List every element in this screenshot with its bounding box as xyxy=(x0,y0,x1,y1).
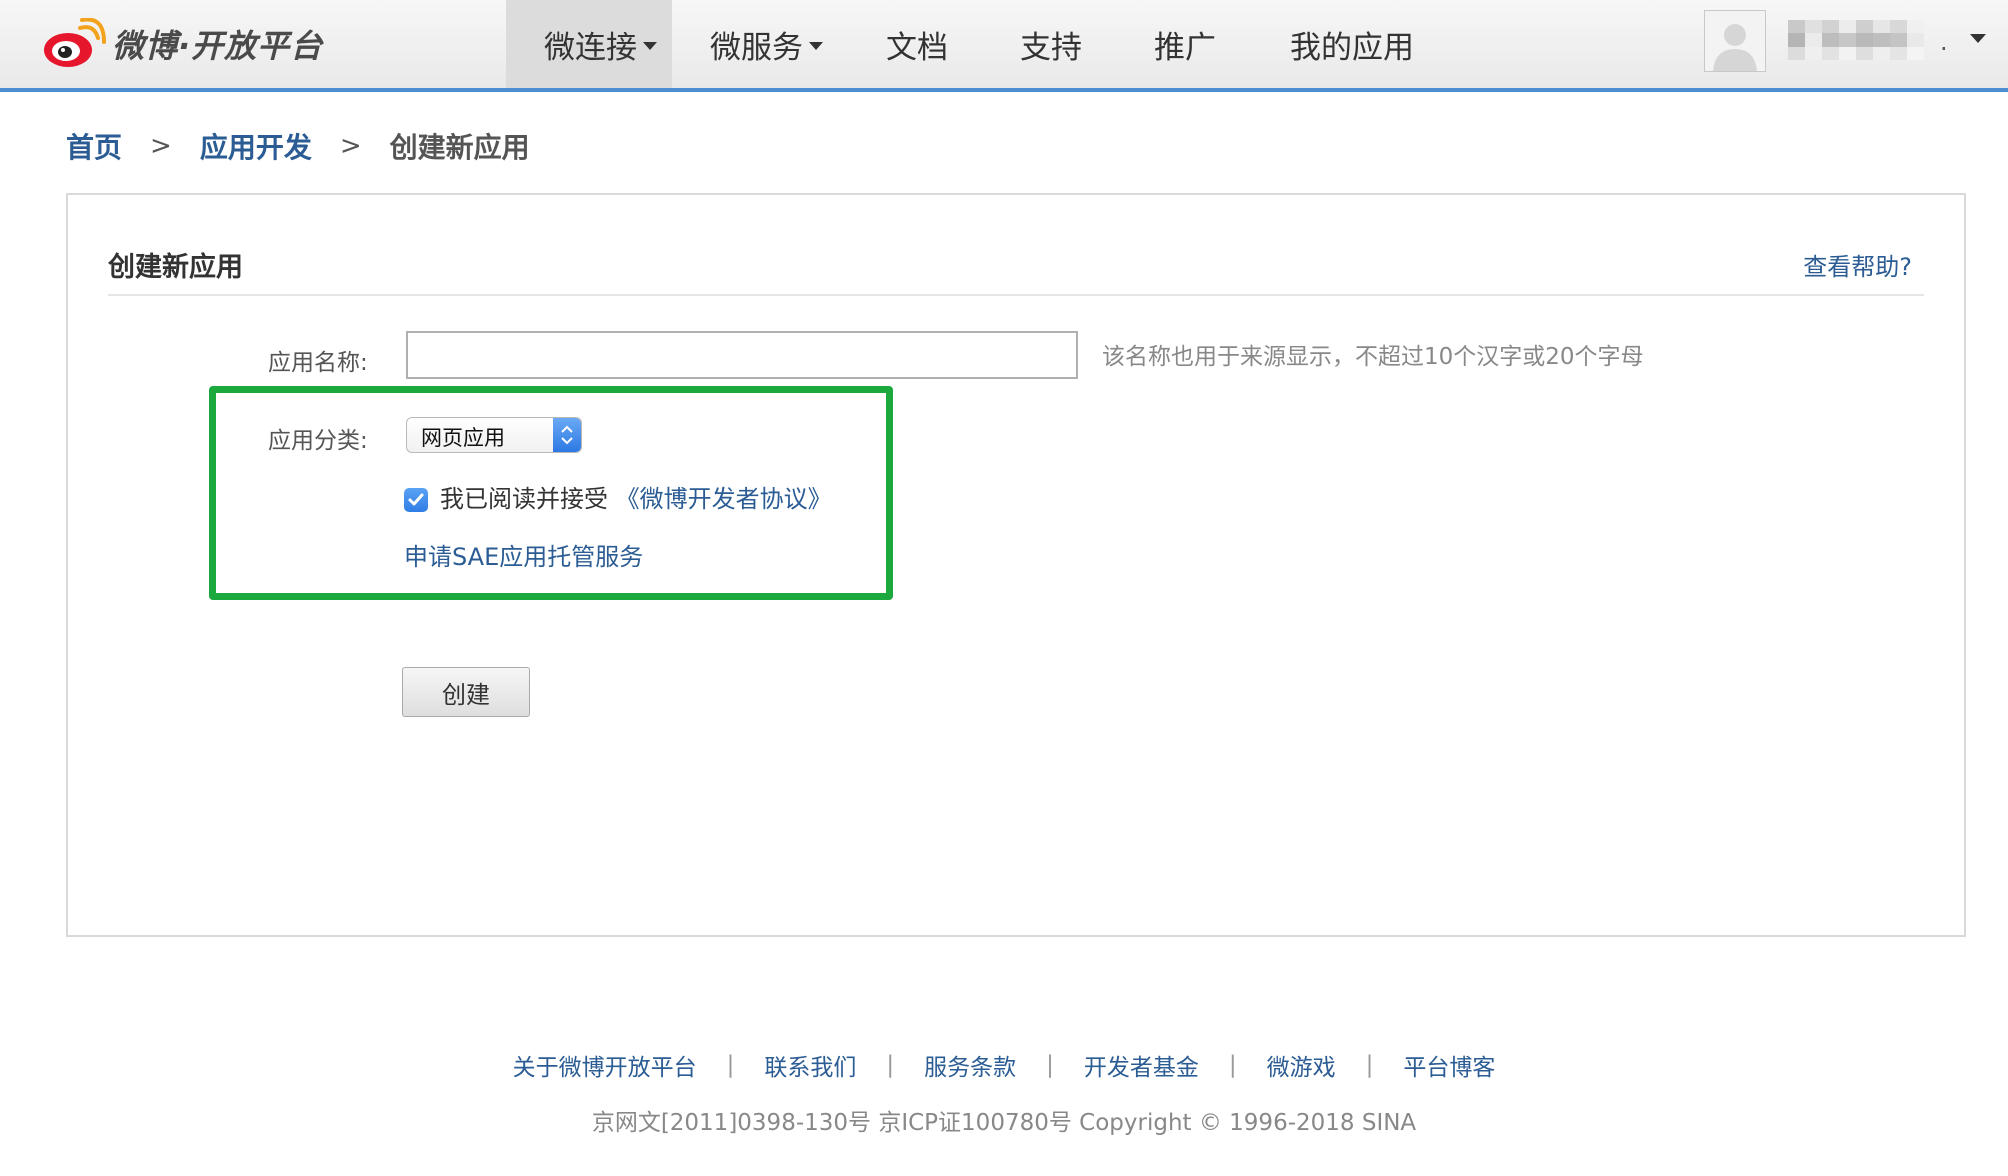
footer-separator: | xyxy=(1046,1052,1054,1078)
help-link[interactable]: 查看帮助? xyxy=(1803,247,1912,282)
breadcrumb-current: 创建新应用 xyxy=(389,131,530,164)
footer-link-fund[interactable]: 开发者基金 xyxy=(1084,1048,1199,1082)
panel-title: 创建新应用 xyxy=(108,252,243,283)
nav-item-label: 微服务 xyxy=(710,29,803,66)
user-avatar[interactable] xyxy=(1704,10,1766,72)
footer-link-games[interactable]: 微游戏 xyxy=(1267,1048,1336,1082)
breadcrumb-app-dev-link[interactable]: 应用开发 xyxy=(200,126,312,166)
app-name-label: 应用名称: xyxy=(268,350,368,376)
top-header: 微博·开放平台 微连接 微服务 文档 支持 推广 我的应用 . xyxy=(0,0,2008,92)
footer-links: 关于微博开放平台 | 联系我们 | 服务条款 | 开发者基金 | 微游戏 | 平… xyxy=(0,1048,2008,1082)
breadcrumb-separator: > xyxy=(150,131,172,161)
username-suffix: . xyxy=(1940,28,1948,56)
breadcrumb-separator: > xyxy=(339,131,362,161)
nav-item-label: 我的应用 xyxy=(1290,29,1414,66)
nav-item-label: 文档 xyxy=(886,29,948,66)
highlight-annotation-box xyxy=(209,386,893,600)
breadcrumb-home-link[interactable]: 首页 xyxy=(66,126,122,166)
logo-text: 微博·开放平台 xyxy=(112,27,324,65)
chevron-down-icon xyxy=(643,42,657,50)
footer-link-blog[interactable]: 平台博客 xyxy=(1403,1048,1495,1082)
copyright-text: 京网文[2011]0398-130号 京ICP证100780号 Copyrigh… xyxy=(591,1110,1417,1136)
nav-item-my-apps[interactable]: 我的应用 xyxy=(1256,0,1456,88)
nav-item-promotion[interactable]: 推广 xyxy=(1118,0,1256,88)
footer-separator: | xyxy=(1228,1052,1237,1078)
nav-item-weilianjie[interactable]: 微连接 xyxy=(506,0,672,88)
footer-link-contact[interactable]: 联系我们 xyxy=(764,1048,856,1082)
create-button[interactable]: 创建 xyxy=(402,667,530,717)
footer-link-terms[interactable]: 服务条款 xyxy=(924,1048,1016,1082)
app-name-hint: 该名称也用于来源显示，不超过10个汉字或20个字母 xyxy=(1102,344,1644,370)
chevron-down-icon xyxy=(809,42,823,50)
title-divider xyxy=(108,294,1924,296)
username-blurred[interactable] xyxy=(1788,20,1924,60)
app-name-input[interactable] xyxy=(406,331,1078,379)
nav-item-weifuwu[interactable]: 微服务 xyxy=(672,0,842,88)
breadcrumb: 首页 > 应用开发 > 创建新应用 xyxy=(66,126,530,166)
nav-item-label: 推广 xyxy=(1154,29,1216,66)
footer-separator: | xyxy=(886,1052,895,1078)
footer-link-about[interactable]: 关于微博开放平台 xyxy=(513,1048,697,1082)
footer-separator: | xyxy=(726,1052,735,1078)
user-menu-chevron-down-icon[interactable] xyxy=(1970,34,1986,43)
weibo-open-platform-logo[interactable]: 微博·开放平台 xyxy=(42,14,323,74)
create-app-panel: 创建新应用 查看帮助? 应用名称: 该名称也用于来源显示，不超过10个汉字或20… xyxy=(66,193,1966,937)
main-nav: 微连接 微服务 文档 支持 推广 我的应用 xyxy=(506,0,1456,88)
nav-item-label: 微连接 xyxy=(544,29,637,66)
nav-item-docs[interactable]: 文档 xyxy=(842,0,980,88)
nav-item-label: 支持 xyxy=(1020,29,1082,66)
footer-separator: | xyxy=(1365,1052,1374,1078)
default-avatar-icon xyxy=(1705,11,1765,71)
weibo-logo-icon xyxy=(44,18,106,67)
nav-item-support[interactable]: 支持 xyxy=(980,0,1118,88)
